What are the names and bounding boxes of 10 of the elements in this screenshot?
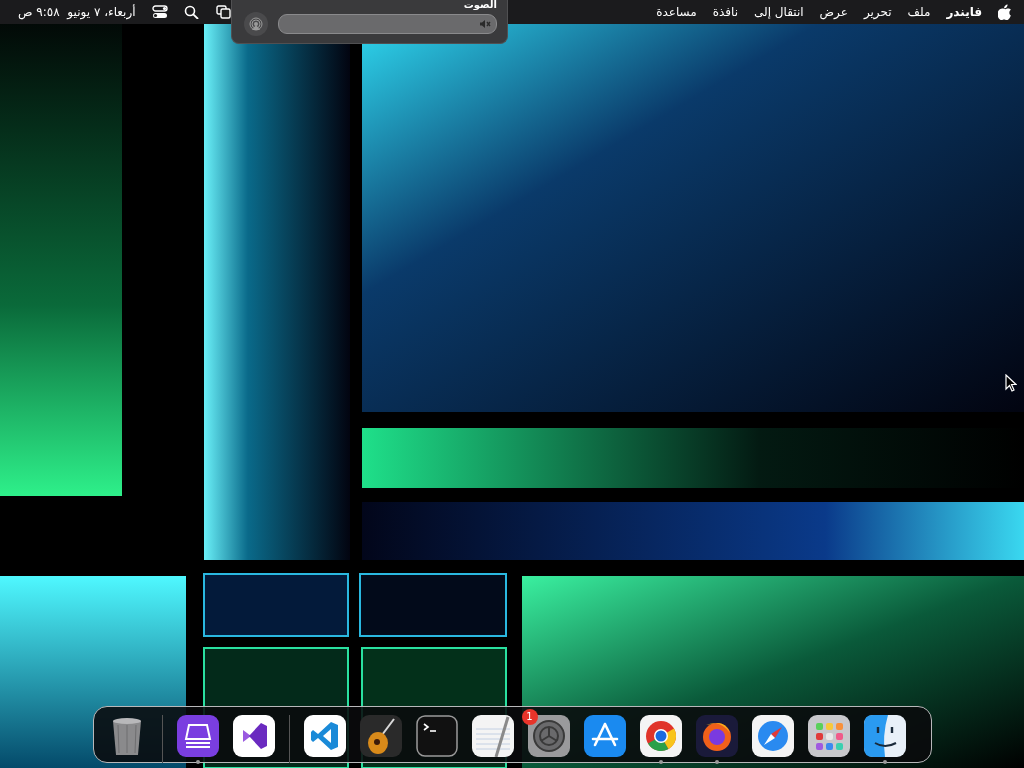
clock-text[interactable]: أربعاء، ٧ يونيو ٩:٥٨ ص xyxy=(18,5,136,19)
menu-item[interactable]: ملف xyxy=(907,5,931,19)
panel-title: الصوت xyxy=(462,0,497,10)
menu-item[interactable]: تحرير xyxy=(863,5,892,19)
menu-item[interactable]: نافذة xyxy=(712,5,739,19)
menu-item[interactable]: مساعدة xyxy=(656,5,697,19)
menu-item[interactable]: انتقال إلى xyxy=(754,5,804,19)
menu-item[interactable]: فايندر xyxy=(946,5,982,19)
menu-item[interactable]: عرض xyxy=(819,5,848,19)
notification-badge: 1 xyxy=(521,709,538,725)
